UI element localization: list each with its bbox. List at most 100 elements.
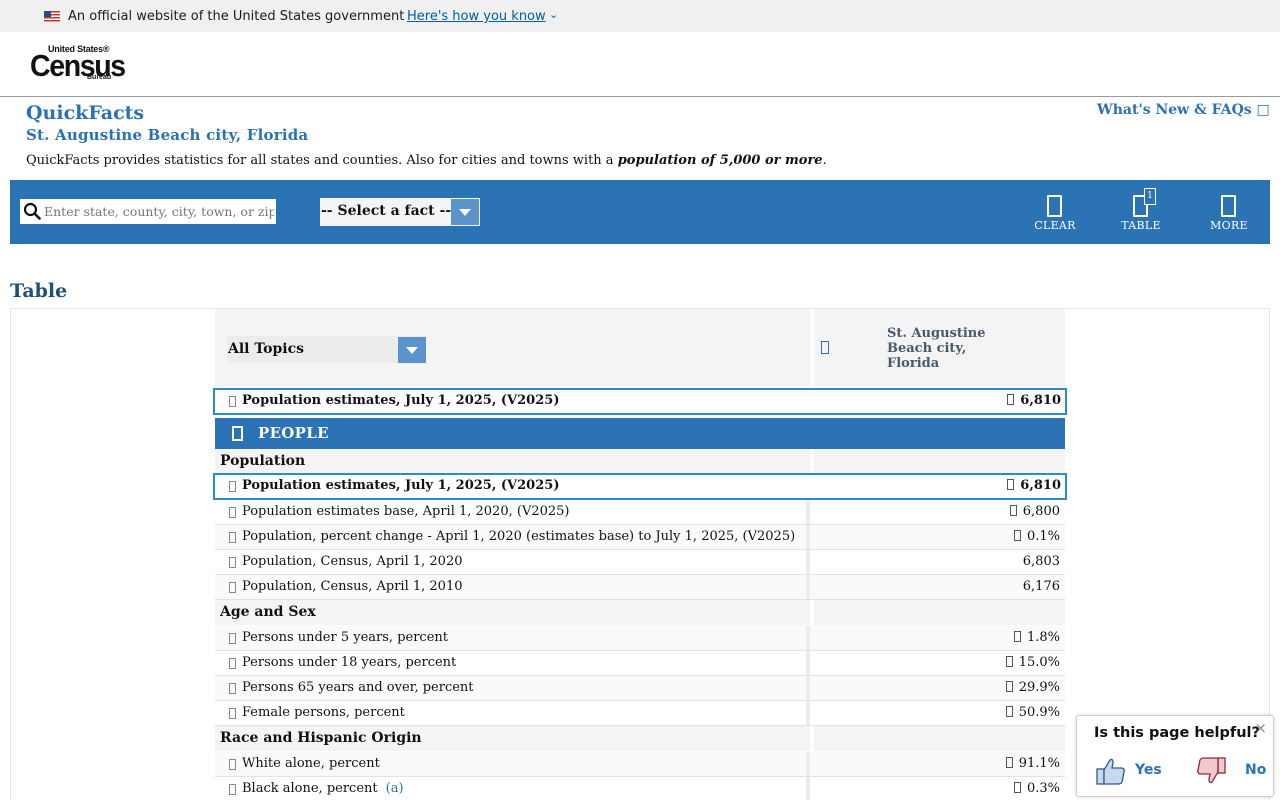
value-flag-icon[interactable] xyxy=(1005,757,1013,768)
group-title: Age and Sex xyxy=(220,604,316,620)
search-input[interactable] xyxy=(44,201,274,222)
row-value-text: 6,800 xyxy=(1022,504,1060,519)
value-flag-icon[interactable] xyxy=(1005,681,1013,692)
row-value-text: 6,176 xyxy=(1022,579,1060,594)
value-flag-icon[interactable] xyxy=(1007,394,1015,405)
topics-header-cell: All Topics xyxy=(215,309,810,387)
clear-button[interactable]: CLEAR xyxy=(1025,192,1085,236)
value-flag-icon[interactable] xyxy=(1013,782,1021,793)
row-value: 0.1% xyxy=(1013,529,1060,544)
thumbs-down-icon[interactable] xyxy=(1195,756,1227,786)
row-label-text: Black alone, percent xyxy=(242,781,378,796)
row-label-cell: Black alone, percent (a) xyxy=(215,777,810,800)
heres-how-you-know-link[interactable]: Here's how you know xyxy=(407,9,546,24)
table-row-headline[interactable]: Population estimates, July 1, 2025, (V20… xyxy=(213,388,1067,415)
table-row[interactable]: Persons under 18 years, percent 15.0% xyxy=(215,651,1065,676)
all-topics-dropdown[interactable]: All Topics xyxy=(227,336,426,363)
search-box[interactable] xyxy=(20,199,276,224)
description-suffix: . xyxy=(822,153,827,168)
table-row[interactable]: Female persons, percent 50.9% xyxy=(215,701,1065,726)
table-row[interactable]: Population, percent change - April 1, 20… xyxy=(215,525,1065,550)
table-row[interactable]: Black alone, percent (a) 0.3% xyxy=(215,777,1065,800)
info-icon[interactable] xyxy=(229,481,236,492)
row-value-text: 0.1% xyxy=(1026,529,1060,544)
clear-label: CLEAR xyxy=(1034,219,1076,232)
description-text: QuickFacts provides statistics for all s… xyxy=(26,153,618,168)
row-value-text: 1.8% xyxy=(1026,630,1060,645)
info-icon[interactable] xyxy=(229,683,236,694)
row-value: 0.3% xyxy=(1013,781,1060,796)
row-value: 1.8% xyxy=(1013,630,1060,645)
dropdown-arrow-icon[interactable] xyxy=(398,337,426,363)
row-label-cell: White alone, percent xyxy=(215,752,810,776)
info-icon[interactable] xyxy=(229,784,236,795)
row-value: 6,810 xyxy=(1007,393,1061,408)
dropdown-arrow-icon[interactable] xyxy=(451,199,479,225)
group-title: Race and Hispanic Origin xyxy=(220,730,422,746)
thumbs-up-icon[interactable] xyxy=(1095,756,1127,786)
site-header: United States® Census Bureau xyxy=(0,32,1280,97)
table-row[interactable]: Population, Census, April 1, 2010 6,176 xyxy=(215,575,1065,600)
row-label-cell: Persons under 18 years, percent xyxy=(215,651,810,675)
row-label-cell: Population, percent change - April 1, 20… xyxy=(215,525,810,549)
row-label: Persons under 5 years, percent xyxy=(242,630,448,645)
feedback-no-button[interactable]: No xyxy=(1245,762,1266,778)
info-icon[interactable] xyxy=(229,759,236,770)
row-label: Population, percent change - April 1, 20… xyxy=(242,529,796,544)
value-flag-icon[interactable] xyxy=(1009,505,1017,516)
table-row[interactable]: Population estimates, July 1, 2025, (V20… xyxy=(213,473,1067,500)
section-people[interactable]: PEOPLE xyxy=(215,418,1065,449)
row-label: Population, Census, April 1, 2020 xyxy=(242,554,463,569)
table-row[interactable]: Persons under 5 years, percent 1.8% xyxy=(215,626,1065,651)
row-label: Black alone, percent (a) xyxy=(242,781,404,796)
info-icon[interactable] xyxy=(229,396,236,407)
row-label-cell: Female persons, percent xyxy=(215,701,810,725)
info-icon[interactable] xyxy=(229,532,236,543)
gov-banner-text: An official website of the United States… xyxy=(68,9,405,24)
people-icon xyxy=(232,426,243,441)
row-value: 50.9% xyxy=(1005,705,1060,720)
table-row[interactable]: Population, Census, April 1, 2020 6,803 xyxy=(215,550,1065,575)
value-flag-icon[interactable] xyxy=(1005,706,1013,717)
value-flag-icon[interactable] xyxy=(1013,631,1021,642)
row-label-cell: Persons 65 years and over, percent xyxy=(215,676,810,700)
table-row[interactable]: Population estimates base, April 1, 2020… xyxy=(215,500,1065,525)
description-emphasis: population of 5,000 or more xyxy=(617,153,823,168)
info-icon[interactable] xyxy=(229,658,236,669)
remove-column-icon[interactable] xyxy=(821,341,829,354)
clear-icon xyxy=(1047,195,1062,217)
info-icon[interactable] xyxy=(229,557,236,568)
footnote-link[interactable]: (a) xyxy=(386,781,404,796)
table-button[interactable]: 1 TABLE xyxy=(1111,188,1171,236)
info-icon[interactable] xyxy=(229,507,236,518)
chevron-down-icon[interactable]: ⌄ xyxy=(549,8,558,21)
us-flag-icon xyxy=(44,11,60,22)
value-flag-icon[interactable] xyxy=(1005,656,1013,667)
more-button[interactable]: MORE xyxy=(1199,192,1259,236)
table-row[interactable]: White alone, percent 91.1% xyxy=(215,752,1065,777)
info-icon[interactable] xyxy=(229,708,236,719)
close-icon[interactable]: × xyxy=(1254,719,1267,737)
row-label: Persons 65 years and over, percent xyxy=(242,680,474,695)
row-value-text: 6,810 xyxy=(1020,393,1061,408)
row-value: 91.1% xyxy=(1005,756,1060,771)
info-icon[interactable] xyxy=(229,582,236,593)
row-value-text: 50.9% xyxy=(1018,705,1060,720)
page-title[interactable]: QuickFacts xyxy=(26,102,144,124)
info-icon[interactable] xyxy=(229,633,236,644)
select-fact-dropdown[interactable]: -- Select a fact -- xyxy=(320,198,480,226)
row-label-cell: Population, Census, April 1, 2010 xyxy=(215,575,810,599)
row-label-cell: Population estimates, July 1, 2025, (V20… xyxy=(215,390,810,414)
census-logo[interactable]: United States® Census Bureau xyxy=(30,44,126,84)
feedback-yes-button[interactable]: Yes xyxy=(1135,762,1162,778)
row-value: 6,803 xyxy=(1023,554,1060,569)
row-value: 6,810 xyxy=(1007,478,1061,493)
value-flag-icon[interactable] xyxy=(1007,479,1015,490)
row-value-text: 91.1% xyxy=(1018,756,1060,771)
logo-line-3: Bureau xyxy=(87,74,112,81)
row-label-cell: Population estimates, July 1, 2025, (V20… xyxy=(215,475,810,499)
whats-new-faqs-link[interactable]: What's New & FAQs □ xyxy=(1097,102,1270,118)
table-row[interactable]: Persons 65 years and over, percent 29.9% xyxy=(215,676,1065,701)
group-header: Age and Sex xyxy=(215,600,1065,625)
value-flag-icon[interactable] xyxy=(1013,530,1021,541)
